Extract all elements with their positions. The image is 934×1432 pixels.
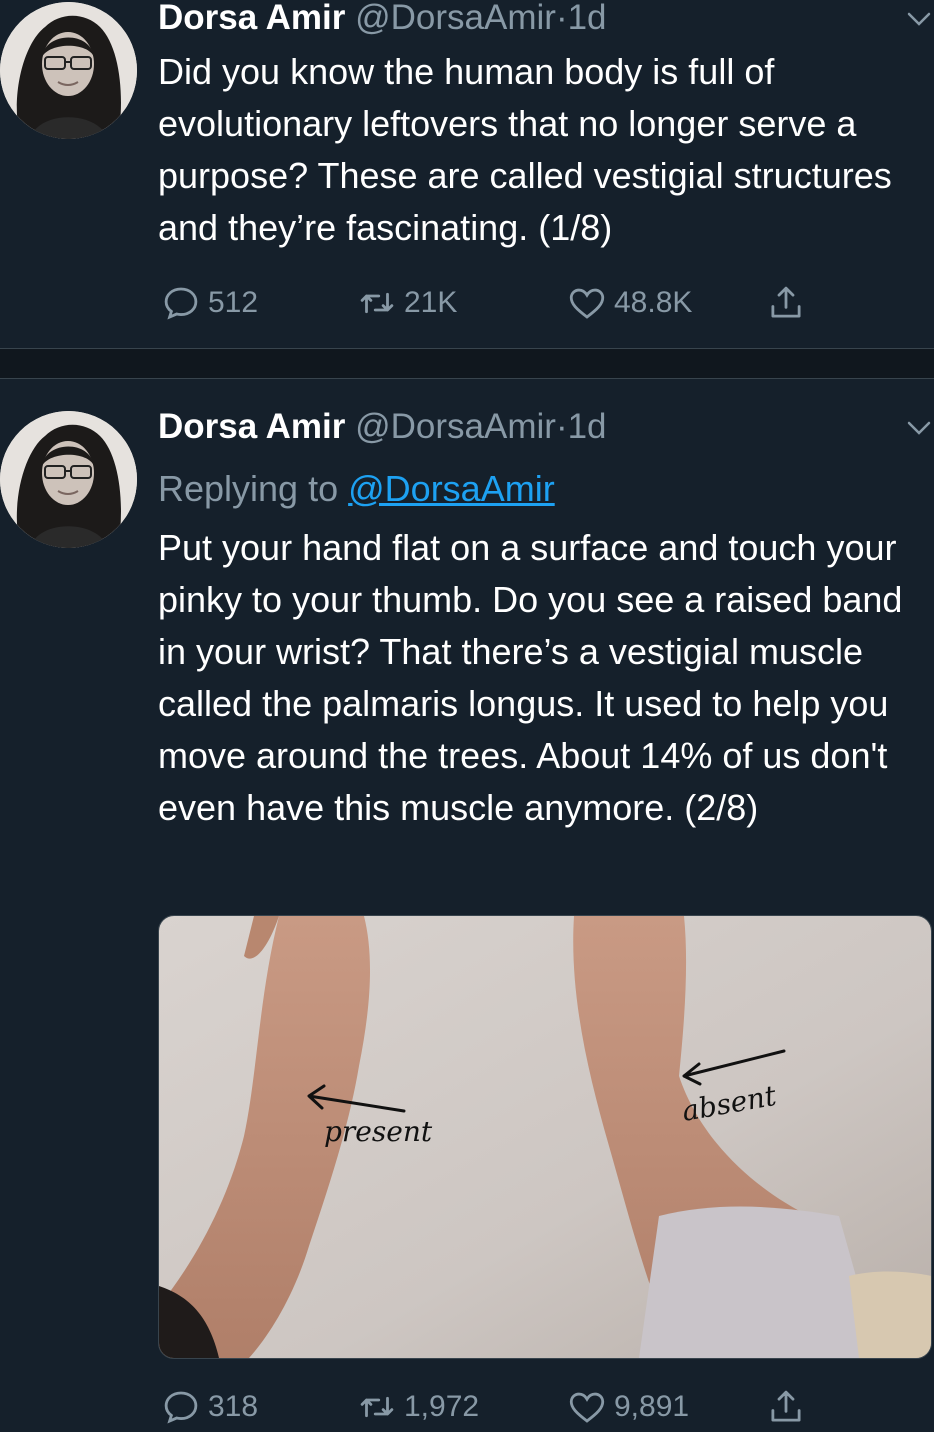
share-icon: [771, 1390, 801, 1422]
separator: ·: [555, 407, 568, 446]
avatar[interactable]: [0, 2, 137, 139]
tweet-text: Put your hand flat on a surface and touc…: [158, 527, 903, 828]
avatar-image: [0, 2, 137, 139]
tweet[interactable]: Dorsa Amir @DorsaAmir·1d Replying to @Do…: [0, 379, 934, 1427]
like-count: 48.8K: [614, 286, 693, 319]
retweet-count: 21K: [404, 286, 458, 319]
reply-button[interactable]: 512: [160, 278, 258, 328]
timestamp[interactable]: 1d: [568, 407, 607, 446]
replying-to: Replying to @DorsaAmir: [158, 468, 555, 510]
chevron-down-icon[interactable]: [904, 4, 934, 34]
avatar-image: [0, 411, 137, 548]
annotation-present: present: [324, 1115, 433, 1148]
tweet-actions: 512 21K 48.8K: [0, 278, 934, 328]
author-handle[interactable]: @DorsaAmir: [355, 407, 556, 446]
tweet-header: Dorsa Amir @DorsaAmir·1d: [158, 0, 607, 35]
tweet-actions: 318 1,972 9,891: [0, 1382, 934, 1432]
wrist-photo: present absent: [159, 916, 931, 1358]
like-count: 9,891: [614, 1390, 690, 1423]
reply-count: 512: [208, 286, 259, 319]
reply-icon: [164, 287, 198, 320]
like-button[interactable]: 48.8K: [566, 278, 692, 328]
chevron-down-icon[interactable]: [904, 413, 934, 443]
like-icon: [569, 1392, 605, 1423]
timestamp[interactable]: 1d: [568, 0, 607, 37]
tweet-header: Dorsa Amir @DorsaAmir·1d: [158, 409, 607, 444]
share-button[interactable]: [765, 278, 813, 328]
thread-divider: [0, 348, 934, 379]
tweet-media[interactable]: present absent: [158, 915, 932, 1359]
retweet-button[interactable]: 1,972: [356, 1382, 479, 1432]
author-handle[interactable]: @DorsaAmir: [355, 0, 556, 37]
like-icon: [569, 288, 605, 319]
retweet-button[interactable]: 21K: [356, 278, 457, 328]
share-button[interactable]: [765, 1382, 813, 1432]
share-icon: [771, 286, 801, 318]
separator: ·: [555, 0, 568, 37]
reply-count: 318: [208, 1390, 259, 1423]
reply-icon: [164, 1391, 198, 1424]
retweet-icon: [360, 1396, 394, 1418]
replying-prefix: Replying to: [158, 468, 339, 509]
like-button[interactable]: 9,891: [566, 1382, 689, 1432]
reply-button[interactable]: 318: [160, 1382, 258, 1432]
avatar[interactable]: [0, 411, 137, 548]
tweet[interactable]: Dorsa Amir @DorsaAmir·1d Did you know th…: [0, 0, 934, 348]
author-name[interactable]: Dorsa Amir: [158, 407, 345, 446]
tweet-text: Did you know the human body is full of e…: [158, 51, 892, 248]
author-name[interactable]: Dorsa Amir: [158, 0, 345, 37]
replying-to-link[interactable]: @DorsaAmir: [348, 468, 555, 509]
retweet-count: 1,972: [404, 1390, 480, 1423]
retweet-icon: [360, 292, 394, 314]
